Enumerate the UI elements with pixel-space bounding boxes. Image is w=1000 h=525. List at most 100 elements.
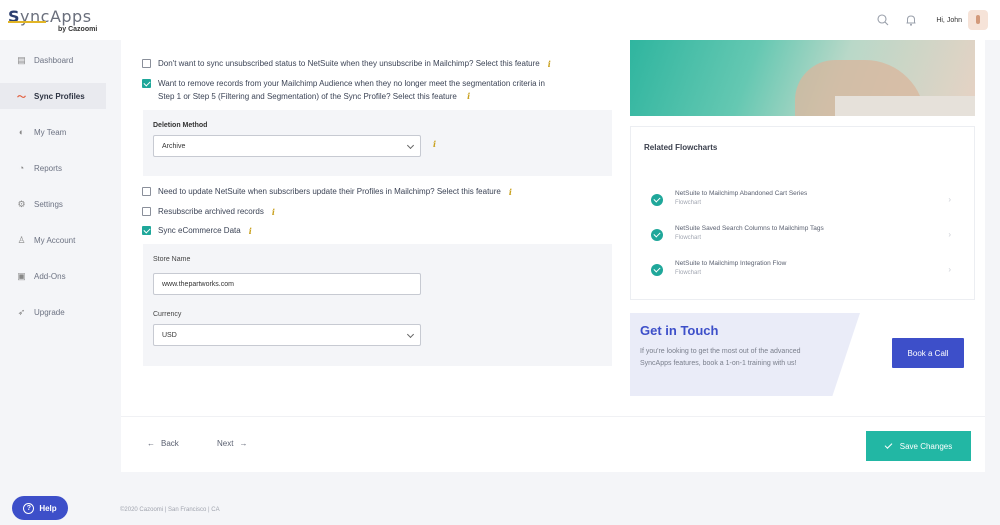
info-icon[interactable]: i — [467, 91, 470, 101]
next-button[interactable]: Next → — [217, 439, 247, 448]
info-icon[interactable]: i — [548, 58, 551, 70]
logo-byline: by Cazoomi — [58, 26, 98, 33]
flowchart-item[interactable]: NetSuite to Mailchimp Integration Flow F… — [651, 258, 951, 286]
ecommerce-panel: Store Name www.thepartworks.com Currency… — [143, 244, 612, 366]
deletion-method-select[interactable]: Archive — [153, 135, 421, 157]
addons-icon: ▣ — [17, 270, 26, 281]
user-greeting: Hi, John — [936, 16, 962, 24]
currency-label: Currency — [153, 311, 182, 318]
arrow-right-icon: → — [239, 439, 248, 448]
sidebar-item-my-account[interactable]: ♙ My Account — [0, 227, 106, 253]
check-circle-icon — [651, 264, 663, 276]
chevron-right-icon: › — [948, 195, 951, 204]
sidebar-item-label: My Account — [34, 235, 76, 245]
sync-icon: 〜 — [17, 91, 27, 102]
store-name-label: Store Name — [153, 256, 191, 263]
help-label: Help — [39, 503, 57, 513]
hero-laptop — [835, 96, 975, 116]
logo-letter: S — [8, 7, 21, 26]
logo-accent — [8, 21, 46, 23]
option-label-line1: Want to remove records from your Mailchi… — [158, 79, 545, 88]
sidebar-item-my-team[interactable]: ◐ My Team — [0, 119, 106, 145]
option-label-line2: Step 1 or Step 5 (Filtering and Segmenta… — [158, 92, 457, 101]
sidebar: ▤ Dashboard 〜 Sync Profiles ◐ My Team ◔ Repo… — [0, 40, 106, 525]
question-icon: ? — [23, 502, 35, 514]
sidebar-item-label: My Team — [34, 127, 67, 137]
chevron-right-icon: › — [948, 230, 951, 239]
currency-value: USD — [162, 331, 177, 339]
search-icon[interactable] — [876, 13, 890, 27]
next-label: Next — [217, 439, 234, 448]
deletion-method-value: Archive — [162, 142, 186, 150]
resubscribe-checkbox[interactable] — [142, 207, 151, 216]
save-changes-button[interactable]: Save Changes — [866, 431, 971, 461]
option-remove-records: Want to remove records from your Mailchi… — [142, 78, 612, 103]
option-label: Sync eCommerce Data — [158, 226, 241, 235]
flowchart-name: NetSuite Saved Search Columns to Mailchi… — [675, 225, 824, 232]
store-name-input[interactable]: www.thepartworks.com — [153, 273, 421, 295]
info-icon[interactable]: i — [509, 186, 512, 198]
sidebar-item-dashboard[interactable]: ▤ Dashboard — [0, 47, 106, 73]
sidebar-item-label: Dashboard — [34, 55, 74, 65]
help-button[interactable]: ? Help — [12, 496, 68, 520]
arrow-left-icon: ← — [147, 439, 155, 448]
option-update-netsuite: Need to update NetSuite when subscribers… — [142, 186, 512, 198]
touch-title: Get in Touch — [640, 323, 719, 338]
flowchart-type: Flowchart — [675, 235, 702, 241]
update-netsuite-checkbox[interactable] — [142, 187, 151, 196]
chevron-down-icon — [406, 330, 415, 339]
bottom-bar: ← Back Next → Save Changes — [121, 416, 985, 472]
ecommerce-checkbox[interactable] — [142, 226, 151, 235]
option-label: Don't want to sync unsubscribed status t… — [158, 59, 540, 68]
check-circle-icon — [651, 229, 663, 241]
sidebar-item-label: Sync Profiles — [34, 91, 85, 101]
flowcharts-title: Related Flowcharts — [644, 143, 718, 152]
sidebar-item-settings[interactable]: ⚙ Settings — [0, 191, 106, 217]
flowchart-item[interactable]: NetSuite Saved Search Columns to Mailchi… — [651, 223, 951, 251]
related-flowcharts-card: Related Flowcharts NetSuite to Mailchimp… — [630, 126, 975, 300]
deletion-method-label: Deletion Method — [153, 122, 208, 129]
chevron-right-icon: › — [948, 265, 951, 274]
sidebar-item-add-ons[interactable]: ▣ Add-Ons — [0, 263, 106, 289]
sidebar-item-label: Add-Ons — [34, 271, 66, 281]
flowchart-item[interactable]: NetSuite to Mailchimp Abandoned Cart Ser… — [651, 188, 951, 216]
back-button[interactable]: ← Back — [147, 439, 179, 448]
top-bar: SyncApps by Cazoomi Hi, John — [0, 0, 1000, 40]
remove-records-checkbox[interactable] — [142, 79, 151, 88]
unsubscribe-checkbox[interactable] — [142, 59, 151, 68]
book-call-button[interactable]: Book a Call — [892, 338, 964, 368]
option-ecommerce: Sync eCommerce Data i — [142, 225, 252, 237]
sidebar-item-upgrade[interactable]: ➶ Upgrade — [0, 299, 106, 325]
option-resubscribe: Resubscribe archived records i — [142, 206, 275, 218]
option-label: Need to update NetSuite when subscribers… — [158, 187, 501, 196]
hero-image — [630, 40, 975, 116]
rocket-icon: ➶ — [17, 306, 26, 317]
bell-icon[interactable] — [904, 13, 918, 27]
info-icon[interactable]: i — [433, 139, 436, 149]
get-in-touch-box: Get in Touch If you're looking to get th… — [630, 313, 975, 396]
back-label: Back — [161, 439, 179, 448]
flowchart-type: Flowchart — [675, 200, 702, 206]
info-icon[interactable]: i — [249, 225, 252, 237]
reports-icon: ◔ — [18, 163, 25, 173]
sidebar-item-reports[interactable]: ◔ Reports — [0, 155, 106, 181]
save-label: Save Changes — [899, 441, 953, 451]
touch-text: If you're looking to get the most out of… — [640, 348, 801, 367]
gear-icon: ⚙ — [17, 198, 26, 209]
syncapps-logo[interactable]: SyncApps by Cazoomi — [8, 7, 118, 37]
top-right-controls: Hi, John — [876, 8, 988, 32]
sidebar-item-label: Reports — [34, 163, 63, 173]
check-icon — [884, 441, 893, 449]
dashboard-icon: ▤ — [17, 54, 26, 65]
check-circle-icon — [651, 194, 663, 206]
info-icon[interactable]: i — [272, 206, 275, 218]
option-label-wrap: Want to remove records from your Mailchi… — [158, 78, 545, 103]
avatar[interactable] — [968, 10, 988, 30]
sidebar-item-label: Upgrade — [34, 307, 65, 317]
team-icon: ◐ — [18, 127, 25, 137]
option-unsubscribe: Don't want to sync unsubscribed status t… — [142, 58, 551, 70]
sidebar-item-sync-profiles[interactable]: 〜 Sync Profiles — [0, 83, 106, 109]
currency-select[interactable]: USD — [153, 324, 421, 346]
footer-copyright: ©2020 Cazoomi | San Francisco | CA — [120, 507, 220, 513]
sidebar-item-label: Settings — [34, 199, 63, 209]
